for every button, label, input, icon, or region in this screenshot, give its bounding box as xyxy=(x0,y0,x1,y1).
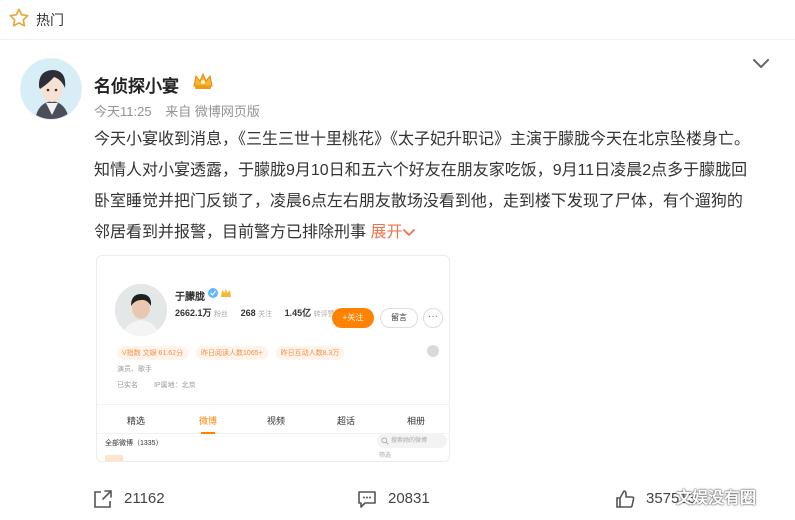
realname-info: 已实名 xyxy=(117,382,138,389)
filter-link: 筛选 xyxy=(379,453,392,459)
author-name[interactable]: 名侦探小宴 xyxy=(94,72,179,97)
post-text: 今天小宴收到消息，《三生三世十里桃花》《太子妃升职记》主演于朦胧今天在北京坠楼身… xyxy=(94,131,751,241)
profile-screenshot-image[interactable]: 于朦胧 2662.1万 粉丝 268 关注 1.45亿 转评赞 +关注 留言 ·… xyxy=(96,255,450,462)
chevron-down-icon xyxy=(403,228,416,237)
comment-count: 20831 xyxy=(388,490,430,507)
share-icon xyxy=(94,490,112,508)
tab-featured: 精选 xyxy=(127,416,146,426)
tag-item: V指数 文娱 61.62分 xyxy=(117,346,189,360)
followers-count: 2662.1万 xyxy=(175,308,212,318)
avatar[interactable] xyxy=(20,58,82,120)
follow-button: +关注 xyxy=(332,308,374,328)
post-source: 来自 微博网页版 xyxy=(165,104,260,119)
collapse-icon xyxy=(427,345,439,357)
post-time[interactable]: 今天11:25 xyxy=(94,104,152,119)
expand-label: 展开 xyxy=(370,224,403,241)
hot-star-icon[interactable] xyxy=(8,7,30,29)
watermark: 文娱没有圈 xyxy=(676,490,757,507)
all-posts-filter: 全部微博（1335） xyxy=(105,440,163,447)
thumbs-up-icon xyxy=(616,490,635,508)
tab-album: 相册 xyxy=(407,416,426,426)
tag-item: 昨日阅读人数1065+ xyxy=(196,346,268,360)
top-bar: 热门 xyxy=(0,0,795,40)
message-button: 留言 xyxy=(380,308,418,328)
screenshot-bio: 演员、歌手 xyxy=(117,366,152,373)
search-icon xyxy=(381,437,389,445)
more-options-button: ··· xyxy=(423,308,443,328)
cropped-badge xyxy=(105,455,123,461)
screenshot-tags: V指数 文娱 61.62分 昨日阅读人数1065+ 昨日互动人数8.3万 xyxy=(117,346,350,360)
post-meta: 今天11:25 来自 微博网页版 xyxy=(94,101,270,120)
comment-icon xyxy=(358,491,376,508)
verified-badge-icon xyxy=(208,288,231,298)
chevron-down-icon[interactable] xyxy=(750,56,772,72)
screenshot-stats: 2662.1万 粉丝 268 关注 1.45亿 转评赞 xyxy=(175,306,345,319)
followers-label: 粉丝 xyxy=(214,311,229,318)
screenshot-username: 于朦胧 xyxy=(175,292,205,303)
post-body: 今天小宴收到消息，《三生三世十里桃花》《太子妃升职记》主演于朦胧今天在北京坠楼身… xyxy=(94,124,754,248)
ip-location: IP属地：北京 xyxy=(153,382,196,389)
following-count: 268 xyxy=(240,308,256,318)
following-label: 关注 xyxy=(258,311,273,318)
screenshot-info: 已实名 IP属地：北京 xyxy=(117,380,210,390)
screenshot-avatar xyxy=(115,284,167,336)
likes-count: 1.45亿 xyxy=(284,308,312,318)
screenshot-tabs: 精选 微博 视频 超话 相册 xyxy=(97,404,449,434)
tab-supertopic: 超话 xyxy=(337,416,356,426)
active-tab-indicator xyxy=(201,432,215,434)
tab-weibo: 微博 xyxy=(199,416,218,426)
share-count: 21162 xyxy=(124,490,165,507)
vip-crown-icon[interactable] xyxy=(192,72,214,90)
expand-link[interactable]: 展开 xyxy=(370,224,416,241)
tab-video: 视频 xyxy=(267,416,286,426)
page-title: 热门 xyxy=(36,12,64,28)
tag-item: 昨日互动人数8.3万 xyxy=(275,346,345,360)
